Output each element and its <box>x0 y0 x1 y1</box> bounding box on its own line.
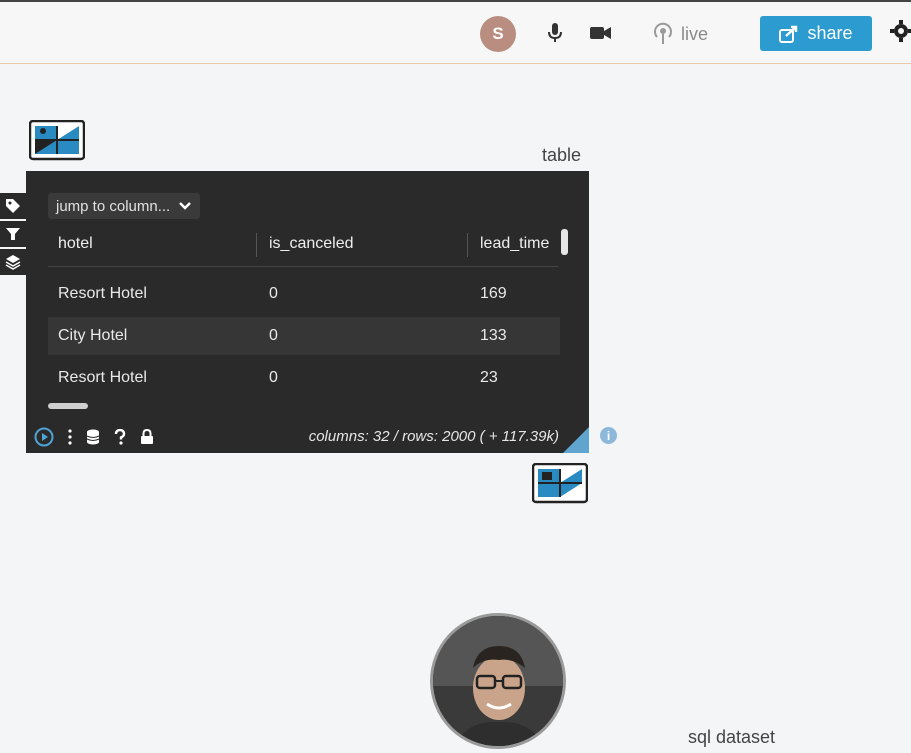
table-node-icon[interactable] <box>28 119 86 162</box>
panel-side-tabs <box>0 193 26 277</box>
column-header-hotel[interactable]: hotel <box>58 231 93 257</box>
user-avatar[interactable]: S <box>480 16 516 52</box>
share-button[interactable]: share <box>760 16 872 51</box>
share-label: share <box>807 23 853 43</box>
node-label: table <box>542 145 582 165</box>
database-icon[interactable] <box>86 429 100 445</box>
resize-handle[interactable] <box>563 427 589 453</box>
chevron-down-icon <box>179 202 192 210</box>
horizontal-scrollbar[interactable] <box>48 403 88 409</box>
layers-tab[interactable] <box>0 249 26 275</box>
tag-tab[interactable] <box>0 193 26 219</box>
jump-label: jump to column... <box>56 197 171 215</box>
table-panel: jump to column... hotel is_canceled lead… <box>26 171 589 453</box>
sql-dataset-label: sql dataset <box>688 727 776 747</box>
row-column-count: columns: 32 / rows: 2000 ( + 117.39k) <box>308 428 559 445</box>
tag-icon <box>6 199 20 213</box>
table-cell: 23 <box>480 369 498 386</box>
avatar-letter: S <box>492 24 504 43</box>
table-row[interactable]: Resort Hotel 0 23 <box>48 359 560 397</box>
column-header-lead-time[interactable]: lead_time <box>480 231 549 257</box>
microphone-icon[interactable] <box>544 22 566 44</box>
play-icon[interactable] <box>34 427 54 447</box>
more-options-icon[interactable] <box>68 429 72 445</box>
lock-icon[interactable] <box>140 429 154 445</box>
video-camera-icon[interactable] <box>590 22 612 44</box>
panel-footer-toolbar <box>34 427 154 447</box>
table-cell: Resort Hotel <box>58 369 147 386</box>
share-icon <box>779 25 798 43</box>
info-icon[interactable]: i <box>600 427 617 444</box>
filter-tab[interactable] <box>0 221 26 247</box>
table-row[interactable]: City Hotel 0 133 <box>48 317 560 355</box>
table-cell: Resort Hotel <box>58 285 147 302</box>
column-divider[interactable] <box>256 233 257 257</box>
webcam-video <box>430 613 566 749</box>
table-cell: 169 <box>480 285 507 302</box>
live-button[interactable]: live <box>653 20 708 48</box>
filter-icon <box>6 228 20 240</box>
table-cell: 0 <box>269 285 278 302</box>
live-label: live <box>681 23 709 44</box>
column-header-label: hotel <box>58 235 93 252</box>
vertical-scrollbar[interactable] <box>561 229 568 255</box>
top-bar: S live share <box>0 0 911 64</box>
help-icon[interactable] <box>114 429 126 445</box>
table-cell: City Hotel <box>58 327 128 344</box>
table-cell: 0 <box>269 369 278 386</box>
table-cell: 133 <box>480 327 507 344</box>
layers-icon <box>5 255 21 270</box>
jump-to-column-dropdown[interactable]: jump to column... <box>48 193 201 219</box>
column-header-label: lead_time <box>480 235 550 252</box>
table-cell: 0 <box>269 327 278 344</box>
column-divider[interactable] <box>467 233 468 257</box>
column-header-is-canceled[interactable]: is_canceled <box>269 231 354 257</box>
header-divider <box>48 266 558 267</box>
settings-gear-icon[interactable] <box>890 20 911 46</box>
table-output-node-icon[interactable] <box>531 462 589 505</box>
column-header-label: is_canceled <box>269 235 354 252</box>
table-row[interactable]: Resort Hotel 0 169 <box>48 275 560 313</box>
broadcast-icon <box>654 22 672 44</box>
